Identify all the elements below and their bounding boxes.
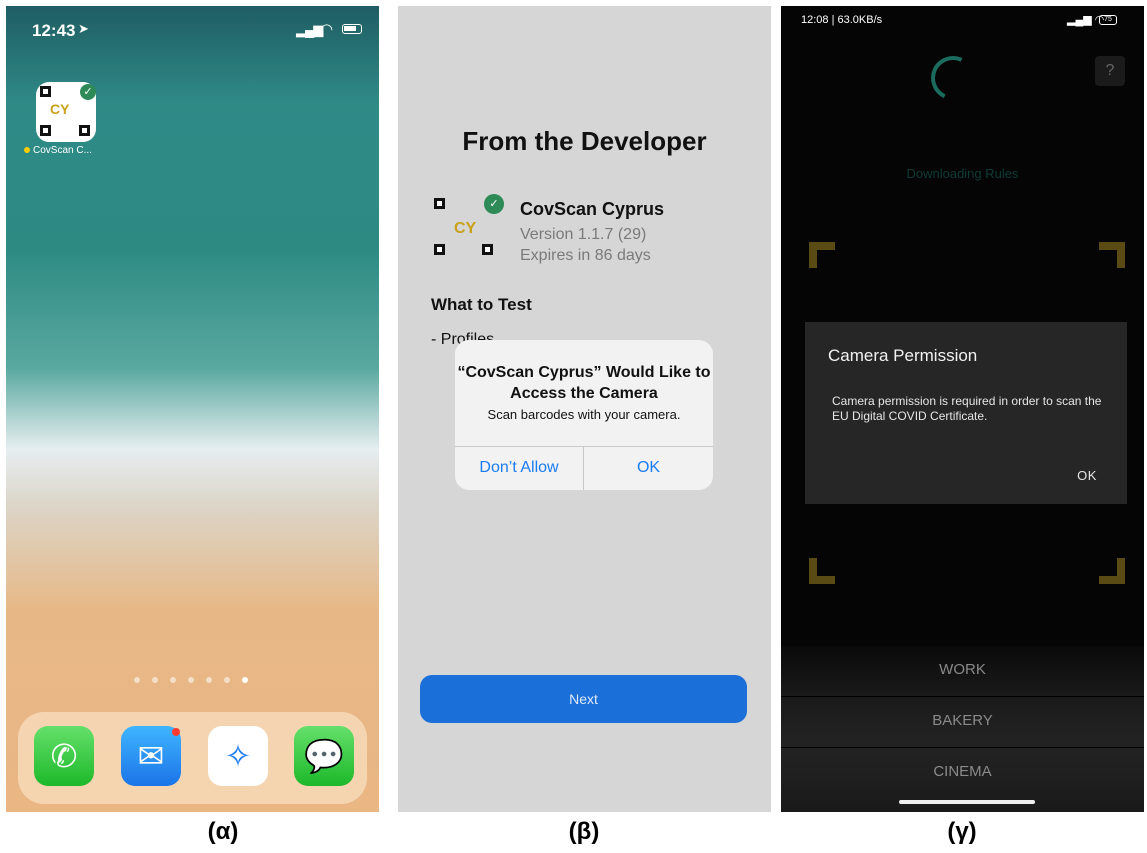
- status-bar: 12:43 ➤ ▂▄▆ ◠: [6, 6, 379, 50]
- caption-gamma: (γ): [947, 818, 977, 845]
- page-dot: [188, 677, 194, 683]
- option-cinema[interactable]: CINEMA: [781, 747, 1144, 795]
- app-version: Version 1.1.7 (29): [520, 226, 647, 243]
- app-expiry: Expires in 86 days: [520, 247, 651, 264]
- qr-corner-icon: [434, 244, 445, 255]
- next-button[interactable]: Next: [420, 675, 747, 723]
- dialog-title: Camera Permission: [828, 346, 978, 365]
- phone-icon[interactable]: ✆: [34, 726, 94, 786]
- covscan-app-icon: CY ✓: [432, 194, 504, 266]
- page-indicator[interactable]: [134, 670, 260, 683]
- page-dot: [170, 677, 176, 683]
- alert-message: Scan barcodes with your camera.: [487, 407, 681, 422]
- scan-frame-corner: [1099, 242, 1125, 268]
- page-dot: [224, 677, 230, 683]
- mail-icon[interactable]: ✉: [121, 726, 181, 786]
- option-work[interactable]: WORK: [781, 646, 1144, 694]
- camera-permission-dialog: Camera Permission Camera permission is r…: [805, 322, 1127, 504]
- caption-beta: (β): [568, 818, 600, 845]
- qr-corner-icon: [482, 244, 493, 255]
- qr-corner-icon: [40, 86, 51, 97]
- option-bakery[interactable]: BAKERY: [781, 696, 1144, 744]
- qr-corner-icon: [434, 198, 445, 209]
- caption-alpha: (α): [207, 818, 239, 845]
- loading-spinner-icon: [924, 49, 982, 107]
- ok-button[interactable]: OK: [584, 446, 713, 490]
- scan-frame-corner: [809, 558, 835, 584]
- status-time: 12:43: [32, 21, 76, 40]
- battery-icon: 75: [1099, 15, 1117, 25]
- cy-logo: CY: [50, 101, 70, 117]
- page-dot: [152, 677, 158, 683]
- status-time-network: 12:08 | 63.0KB/s: [801, 14, 883, 26]
- check-badge-icon: ✓: [484, 194, 504, 214]
- covscan-app-icon[interactable]: CY ✓: [36, 82, 96, 142]
- dont-allow-button[interactable]: Don’t Allow: [455, 446, 583, 490]
- ios-home-screen: 12:43 ➤ ▂▄▆ ◠ CY ✓ CovScan C... ✆ ✉ ✧ 💬: [6, 6, 379, 812]
- location-arrow-icon: ➤: [78, 21, 89, 36]
- mail-badge: [172, 728, 180, 736]
- check-badge-icon: ✓: [80, 84, 96, 100]
- battery-icon: [342, 24, 362, 34]
- scan-frame-corner: [1099, 558, 1125, 584]
- wifi-icon: ◠: [320, 21, 334, 38]
- scan-frame-corner: [809, 242, 835, 268]
- app-name: CovScan Cyprus: [520, 199, 665, 219]
- camera-permission-alert: “CovScan Cyprus” Would Like to Access th…: [455, 340, 713, 490]
- android-scanner-screen: 12:08 | 63.0KB/s ▂▄▆ ◠ 75 ? Downloading …: [781, 6, 1144, 812]
- testflight-screen: From the Developer CY ✓ CovScan Cyprus V…: [398, 6, 771, 812]
- qr-corner-icon: [40, 125, 51, 136]
- category-selector: WORK BAKERY CINEMA: [781, 646, 1144, 812]
- messages-icon[interactable]: 💬: [294, 726, 354, 786]
- home-indicator[interactable]: [899, 800, 1035, 804]
- dock: ✆ ✉ ✧ 💬: [18, 712, 367, 804]
- page-dot: [134, 677, 140, 683]
- app-label: CovScan C...: [24, 145, 92, 156]
- status-bar: 12:08 | 63.0KB/s ▂▄▆ ◠ 75: [781, 6, 1144, 32]
- dialog-message: Camera permission is required in order t…: [832, 394, 1102, 423]
- page-title: From the Developer: [462, 126, 707, 156]
- cy-logo: CY: [454, 220, 477, 237]
- alert-title: “CovScan Cyprus” Would Like to Access th…: [457, 364, 711, 402]
- help-button[interactable]: ?: [1095, 56, 1125, 86]
- qr-corner-icon: [79, 125, 90, 136]
- page-dot: [206, 677, 212, 683]
- signal-icon: ▂▄▆: [296, 22, 323, 37]
- page-dot-active: [242, 677, 248, 683]
- downloading-status: Downloading Rules: [906, 166, 1019, 181]
- new-app-dot: [24, 147, 30, 153]
- safari-icon[interactable]: ✧: [208, 726, 268, 786]
- ok-button[interactable]: OK: [1067, 466, 1107, 486]
- what-to-test-heading: What to Test: [431, 295, 532, 314]
